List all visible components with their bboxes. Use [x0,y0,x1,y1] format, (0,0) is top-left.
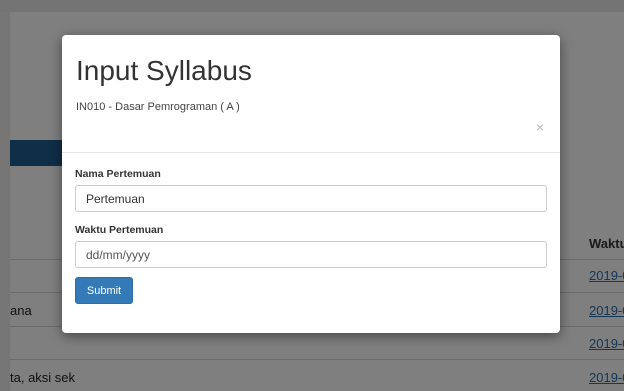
modal-title: Input Syllabus [76,55,252,86]
modal-subtitle: IN010 - Dasar Pemrograman ( A ) [76,101,240,113]
input-syllabus-modal: Input Syllabus IN010 - Dasar Pemrograman… [62,35,560,333]
nama-pertemuan-input[interactable] [75,185,547,212]
close-icon[interactable]: × [536,119,544,135]
waktu-pertemuan-input[interactable] [75,241,547,268]
submit-button[interactable]: Submit [75,277,133,304]
waktu-pertemuan-label: Waktu Pertemuan [75,224,164,236]
nama-pertemuan-label: Nama Pertemuan [75,168,161,180]
modal-header: Input Syllabus IN010 - Dasar Pemrograman… [62,35,560,153]
